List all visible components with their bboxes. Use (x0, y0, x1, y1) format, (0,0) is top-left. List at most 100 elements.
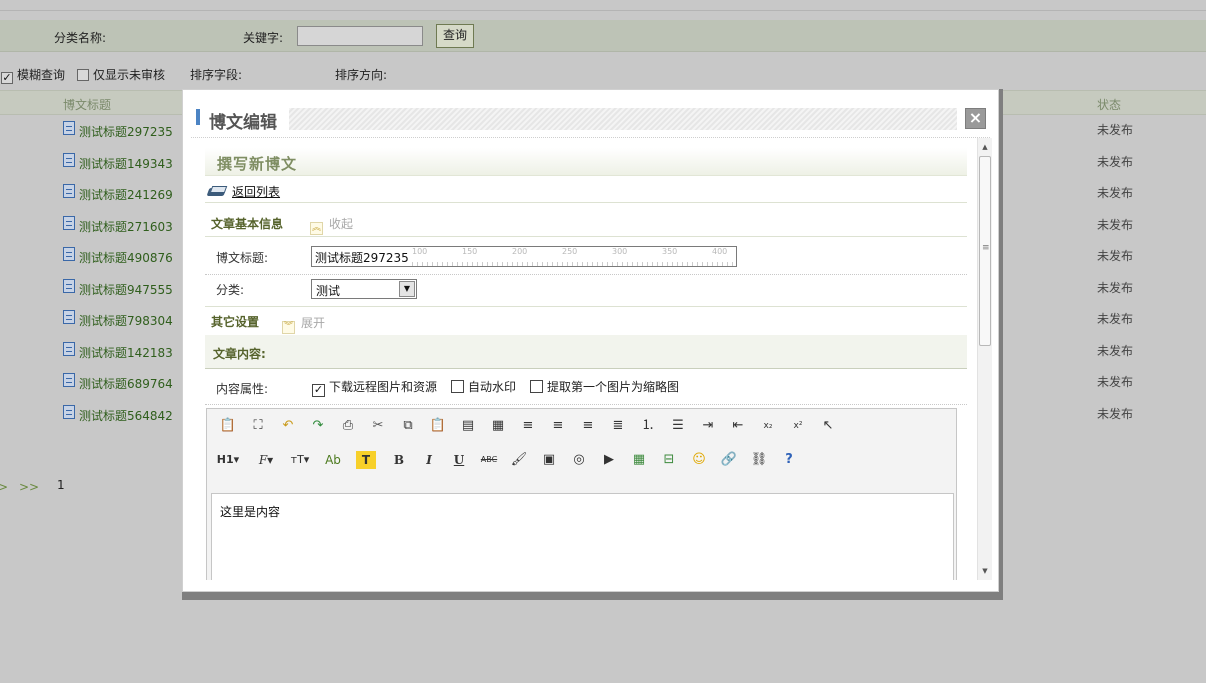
highlight-button[interactable]: T (356, 451, 376, 469)
align-left-icon[interactable]: ≡ (517, 415, 539, 437)
watermark-option[interactable]: 自动水印 (451, 378, 516, 395)
fullscreen-icon[interactable]: ⛶ (247, 415, 269, 437)
row-title[interactable]: 测试标题689764 (79, 375, 173, 392)
document-icon (63, 184, 75, 198)
expand-toggle[interactable]: ︾ 展开 (282, 314, 325, 334)
paste-icon[interactable]: 📋 (217, 415, 239, 437)
thumbnail-option[interactable]: 提取第一个图片为缩略图 (530, 378, 679, 395)
cut-icon[interactable]: ✂ (367, 415, 389, 437)
unordered-list-icon[interactable]: ☰ (667, 415, 689, 437)
row-title[interactable]: 测试标题241269 (79, 186, 173, 203)
row-title[interactable]: 测试标题490876 (79, 249, 173, 266)
thumbnail-checkbox[interactable] (530, 380, 543, 393)
flash-icon[interactable]: ◎ (568, 449, 590, 471)
redo-icon[interactable]: ↷ (307, 415, 329, 437)
query-button[interactable]: 查询 (436, 24, 474, 48)
ruler-minor-tick (462, 262, 463, 266)
ruler-tick: 300 (612, 247, 628, 256)
row-title[interactable]: 测试标题271603 (79, 218, 173, 235)
clear-format-icon[interactable]: 🖌 (508, 449, 530, 471)
unlink-icon[interactable]: ⛓ (748, 449, 770, 471)
table-icon[interactable]: ▦ (628, 449, 650, 471)
ruler-minor-tick (497, 262, 498, 266)
scroll-up-icon[interactable]: ▲ (978, 140, 992, 154)
undo-icon[interactable]: ↶ (277, 415, 299, 437)
ruler-minor-tick (712, 262, 713, 266)
dialog-title: 博文编辑 (209, 113, 277, 133)
toolbar-row-1: 📋 ⛶ ↶ ↷ ⎙ ✂ ⧉ 📋 ▤ ▦ ≡ ≡ ≡ ≣ ⒈ ☰ ⇥ ⇤ x₂ x² ↖ (207, 415, 956, 445)
italic-button[interactable]: I (418, 449, 440, 471)
category-select[interactable]: 测试 ▼ (311, 279, 417, 299)
ordered-list-icon[interactable]: ⒈ (637, 415, 659, 437)
align-right-icon[interactable]: ≡ (577, 415, 599, 437)
fuzzy-query-label: 模糊查询 (17, 68, 66, 82)
fuzzy-query-checkbox[interactable]: ✓ (1, 72, 13, 84)
row-title[interactable]: 测试标题142183 (79, 344, 173, 361)
row-status: 未发布 (1097, 186, 1134, 200)
keyword-input[interactable] (297, 26, 423, 46)
back-to-list-link[interactable]: 返回列表 (232, 185, 280, 199)
fuzzy-query-option[interactable]: ✓ 模糊查询 (1, 66, 65, 84)
font-size-button[interactable]: тT▾ (285, 449, 315, 471)
font-family-button[interactable]: F▾ (251, 449, 281, 471)
image-icon[interactable]: ▣ (538, 449, 560, 471)
ruler-minor-tick (517, 262, 518, 266)
download-remote-option[interactable]: ✓ 下载远程图片和资源 (312, 378, 437, 397)
pager-next[interactable]: >> (19, 480, 39, 494)
scroll-down-icon[interactable]: ▼ (978, 564, 992, 578)
collapse-toggle[interactable]: ︽ 收起 (310, 215, 353, 235)
row-status: 未发布 (1097, 375, 1134, 389)
title-marker-icon (196, 109, 200, 125)
watermark-checkbox[interactable] (451, 380, 464, 393)
row-title[interactable]: 测试标题947555 (79, 281, 173, 298)
dialog-title-bar[interactable]: 博文编辑 × (191, 98, 990, 138)
paste-word-icon[interactable]: ▦ (487, 415, 509, 437)
unreviewed-only-checkbox[interactable] (77, 69, 89, 81)
editor-body[interactable]: 这里是内容 (211, 493, 954, 580)
row-title[interactable]: 测试标题297235 (79, 123, 173, 140)
scroll-thumb[interactable] (979, 156, 991, 346)
other-settings-heading: 其它设置 (211, 315, 260, 329)
underline-button[interactable]: U (448, 449, 470, 471)
bold-button[interactable]: B (388, 449, 410, 471)
divider (205, 306, 967, 307)
row-title[interactable]: 测试标题798304 (79, 312, 173, 329)
pager-prev[interactable]: > (0, 480, 8, 494)
row-title[interactable]: 测试标题564842 (79, 407, 173, 424)
paste-plain-icon[interactable]: 📋 (427, 415, 449, 437)
help-icon[interactable]: ? (778, 449, 800, 471)
close-button[interactable]: × (965, 108, 986, 129)
superscript-icon[interactable]: x² (787, 415, 809, 437)
download-remote-checkbox[interactable]: ✓ (312, 384, 325, 397)
select-all-icon[interactable]: ↖ (817, 415, 839, 437)
emoticon-icon[interactable]: ☺ (688, 449, 710, 471)
heading-button[interactable]: H1▾ (213, 449, 243, 471)
justify-icon[interactable]: ≣ (607, 415, 629, 437)
align-center-icon[interactable]: ≡ (547, 415, 569, 437)
outdent-icon[interactable]: ⇤ (727, 415, 749, 437)
hr-icon[interactable]: ⊟ (658, 449, 680, 471)
chevron-down-icon[interactable]: ▼ (399, 281, 415, 297)
dialog-scrollbar[interactable]: ▲ ▼ (977, 138, 992, 580)
media-icon[interactable]: ▶ (598, 449, 620, 471)
font-color-button[interactable]: Ab (322, 449, 344, 471)
ruler-minor-tick (432, 262, 433, 266)
title-field[interactable]: 测试标题297235 100 150 200 250 300 350 400 (311, 246, 737, 267)
pager-current[interactable]: 1 (57, 478, 65, 492)
print-icon[interactable]: ⎙ (337, 415, 359, 437)
subscript-icon[interactable]: x₂ (757, 415, 779, 437)
ruler-minor-tick (632, 262, 633, 266)
back-link[interactable]: 返回列表 (208, 183, 280, 200)
paste-text-icon[interactable]: ▤ (457, 415, 479, 437)
top-divider (0, 10, 1206, 11)
title-stripe (289, 108, 957, 130)
copy-icon[interactable]: ⧉ (397, 415, 419, 437)
unreviewed-only-option[interactable]: 仅显示未审核 (77, 66, 165, 83)
ruler-minor-tick (717, 262, 718, 266)
indent-icon[interactable]: ⇥ (697, 415, 719, 437)
link-icon[interactable]: 🔗 (718, 449, 740, 471)
ruler-minor-tick (447, 262, 448, 266)
strikethrough-button[interactable]: ABC (478, 449, 500, 471)
ruler-minor-tick (512, 262, 513, 266)
row-title[interactable]: 测试标题149343 (79, 155, 173, 172)
